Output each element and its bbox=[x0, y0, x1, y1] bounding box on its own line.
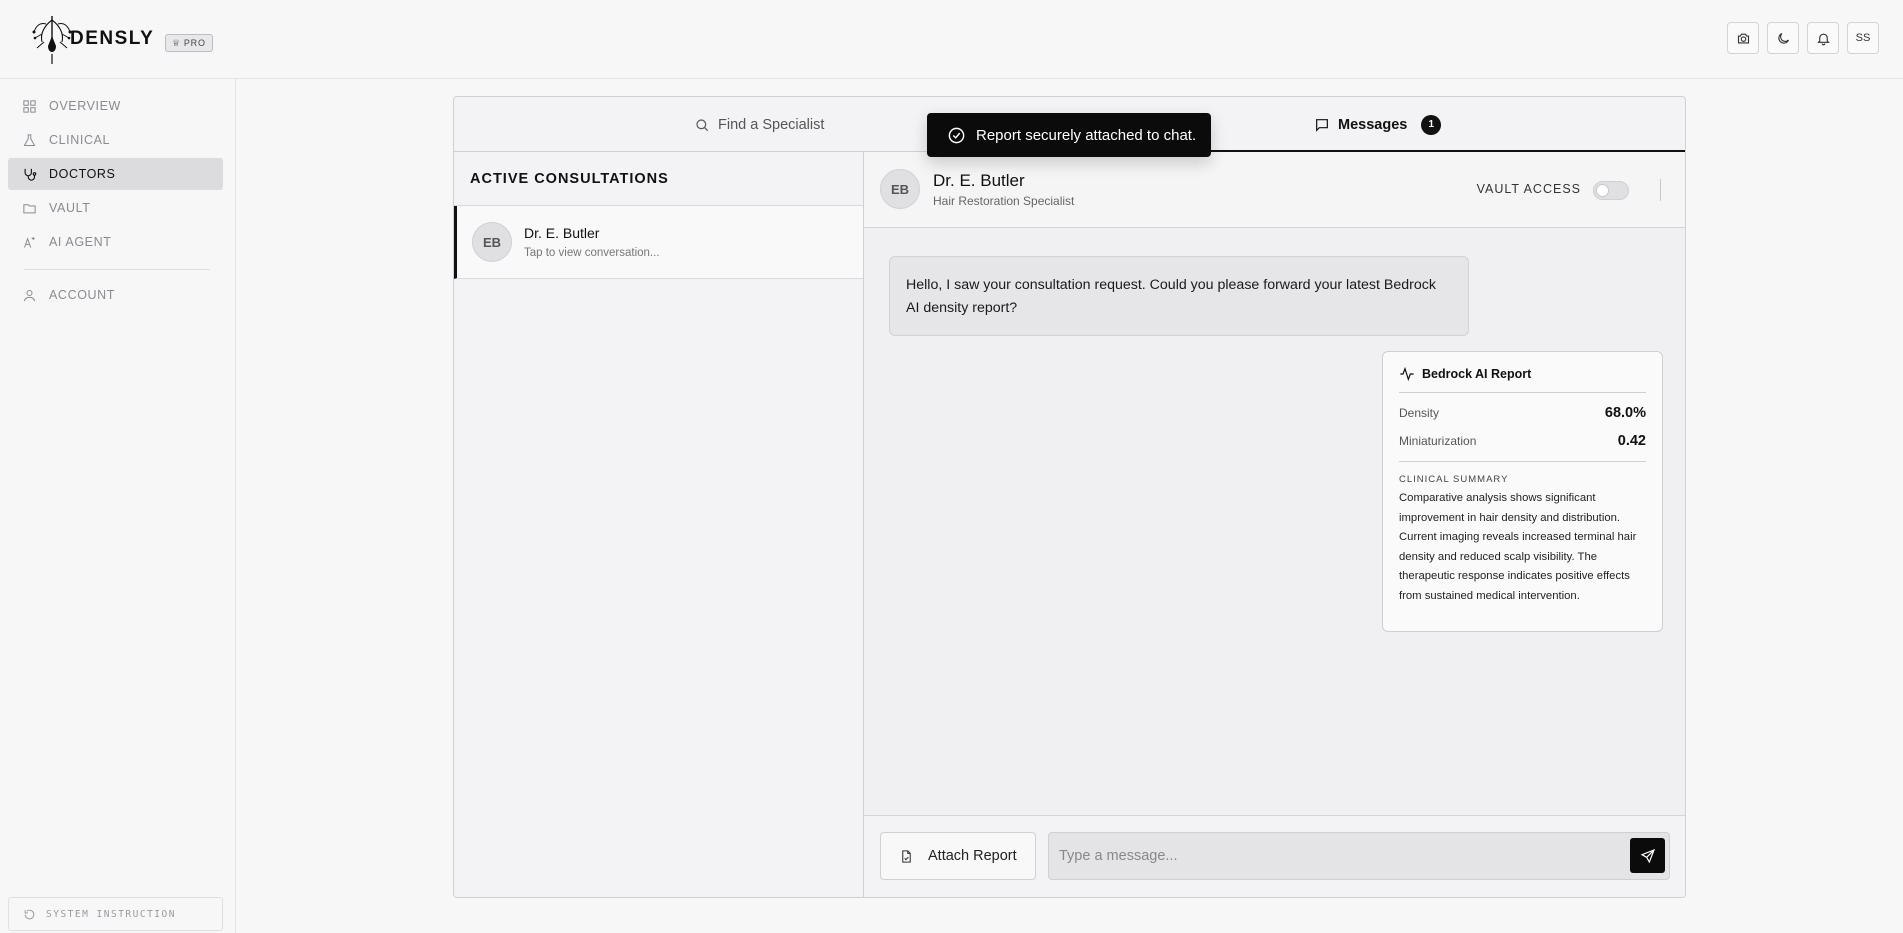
sidebar-item-label: VAULT bbox=[49, 201, 91, 215]
sidebar-item-vault[interactable]: VAULT bbox=[8, 192, 223, 224]
attach-report-button[interactable]: Attach Report bbox=[880, 832, 1036, 880]
user-initials: SS bbox=[1855, 32, 1871, 44]
toast-notification: Report securely attached to chat. bbox=[927, 113, 1211, 157]
chat-header: EB Dr. E. Butler Hair Restoration Specia… bbox=[864, 152, 1685, 228]
chat-pane: EB Dr. E. Butler Hair Restoration Specia… bbox=[864, 152, 1685, 897]
sparkle-icon bbox=[24, 236, 35, 248]
tab-messages[interactable]: Messages 1 bbox=[1314, 97, 1442, 152]
camera-icon bbox=[1737, 33, 1749, 43]
doctor-message-bubble: Hello, I saw your consultation request. … bbox=[889, 256, 1469, 336]
sidebar: OVERVIEW CLINICAL DOCTORS VAULT AI AGENT… bbox=[0, 79, 236, 933]
doctors-panel: Find a Specialist Messages 1 ACTIVE CONS… bbox=[453, 96, 1686, 898]
vault-access-toggle[interactable] bbox=[1593, 181, 1629, 200]
doctor-name: Dr. E. Butler bbox=[933, 171, 1025, 190]
metric-label: Miniaturization bbox=[1399, 434, 1477, 448]
consultation-subtitle: Tap to view conversation... bbox=[524, 247, 660, 259]
report-card[interactable]: Bedrock AI Report Density 68.0% Miniatur… bbox=[1382, 351, 1663, 632]
system-instruction-button[interactable]: SYSTEM INSTRUCTION bbox=[8, 897, 223, 931]
camera-button[interactable] bbox=[1727, 22, 1759, 54]
bell-icon bbox=[1816, 33, 1830, 45]
consultations-heading: ACTIVE CONSULTATIONS bbox=[454, 152, 863, 206]
report-title-text: Bedrock AI Report bbox=[1422, 367, 1532, 381]
header-actions: SS bbox=[1727, 22, 1879, 54]
sidebar-item-label: ACCOUNT bbox=[49, 288, 116, 302]
metric-miniaturization: Miniaturization 0.42 bbox=[1399, 427, 1646, 455]
sidebar-item-doctors[interactable]: DOCTORS bbox=[8, 158, 223, 190]
sidebar-item-clinical[interactable]: CLINICAL bbox=[8, 124, 223, 156]
pro-badge: ♕ PRO bbox=[165, 34, 213, 52]
check-circle-icon bbox=[948, 127, 965, 143]
reset-icon bbox=[24, 909, 35, 919]
metric-label: Density bbox=[1399, 406, 1440, 420]
logo-mark-icon bbox=[32, 16, 72, 64]
activity-icon bbox=[1400, 366, 1414, 382]
consultations-list: ACTIVE CONSULTATIONS EB Dr. E. Butler Ta… bbox=[454, 152, 864, 897]
send-button[interactable] bbox=[1630, 838, 1665, 873]
top-header: DENSLY ♕ PRO SS bbox=[0, 0, 1903, 79]
sidebar-divider bbox=[24, 269, 210, 270]
pro-badge-label: PRO bbox=[183, 38, 206, 48]
report-title: Bedrock AI Report bbox=[1399, 366, 1646, 393]
message-input[interactable] bbox=[1048, 832, 1670, 880]
attach-report-label: Attach Report bbox=[928, 848, 1017, 864]
sidebar-item-label: DOCTORS bbox=[49, 167, 116, 181]
clinical-summary-label: CLINICAL SUMMARY bbox=[1399, 474, 1509, 485]
folder-icon bbox=[23, 203, 36, 213]
theme-toggle-button[interactable] bbox=[1767, 22, 1799, 54]
avatar: EB bbox=[472, 222, 512, 262]
messages-count-badge: 1 bbox=[1421, 114, 1442, 135]
clinical-summary-text: Comparative analysis shows significant i… bbox=[1399, 492, 1637, 602]
metric-density: Density 68.0% bbox=[1399, 399, 1646, 427]
stethoscope-icon bbox=[24, 168, 37, 181]
sidebar-item-overview[interactable]: OVERVIEW bbox=[8, 90, 223, 122]
sidebar-item-ai-agent[interactable]: AI AGENT bbox=[8, 226, 223, 258]
notifications-button[interactable] bbox=[1807, 22, 1839, 54]
sidebar-item-label: AI AGENT bbox=[49, 235, 112, 249]
vault-access-label: VAULT ACCESS bbox=[1476, 182, 1581, 196]
toast-text: Report securely attached to chat. bbox=[976, 126, 1197, 144]
tab-label: Messages bbox=[1338, 116, 1408, 133]
grid-icon bbox=[23, 99, 36, 113]
consultation-name: Dr. E. Butler bbox=[524, 225, 600, 241]
flask-icon bbox=[23, 133, 36, 146]
app-logo[interactable]: DENSLY bbox=[30, 12, 154, 66]
sidebar-item-label: CLINICAL bbox=[49, 133, 111, 147]
search-icon bbox=[696, 118, 709, 131]
send-icon bbox=[1640, 848, 1655, 863]
metric-value: 0.42 bbox=[1617, 433, 1646, 449]
system-instruction-label: SYSTEM INSTRUCTION bbox=[46, 908, 176, 920]
message-square-icon bbox=[1316, 118, 1328, 132]
sidebar-item-account[interactable]: ACCOUNT bbox=[8, 279, 223, 311]
doctor-role: Hair Restoration Specialist bbox=[933, 194, 1075, 208]
tab-label: Find a Specialist bbox=[718, 116, 825, 133]
message-composer: Attach Report bbox=[864, 815, 1685, 897]
metric-value: 68.0% bbox=[1604, 405, 1646, 421]
tab-find-specialist[interactable]: Find a Specialist bbox=[694, 97, 824, 152]
moon-icon bbox=[1777, 32, 1789, 44]
sidebar-item-label: OVERVIEW bbox=[49, 99, 121, 113]
crown-icon: ♕ bbox=[172, 37, 181, 48]
consultation-item[interactable]: EB Dr. E. Butler Tap to view conversatio… bbox=[454, 206, 863, 279]
consultation-text: Dr. E. Butler Tap to view conversation..… bbox=[524, 225, 660, 259]
file-icon bbox=[902, 849, 911, 863]
user-icon bbox=[24, 289, 35, 301]
toggle-knob bbox=[1596, 184, 1609, 197]
app-name: DENSLY bbox=[70, 28, 155, 49]
user-avatar-button[interactable]: SS bbox=[1847, 22, 1879, 54]
report-metrics: Density 68.0% Miniaturization 0.42 bbox=[1399, 393, 1646, 462]
avatar: EB bbox=[880, 169, 920, 209]
header-divider bbox=[1660, 179, 1661, 201]
